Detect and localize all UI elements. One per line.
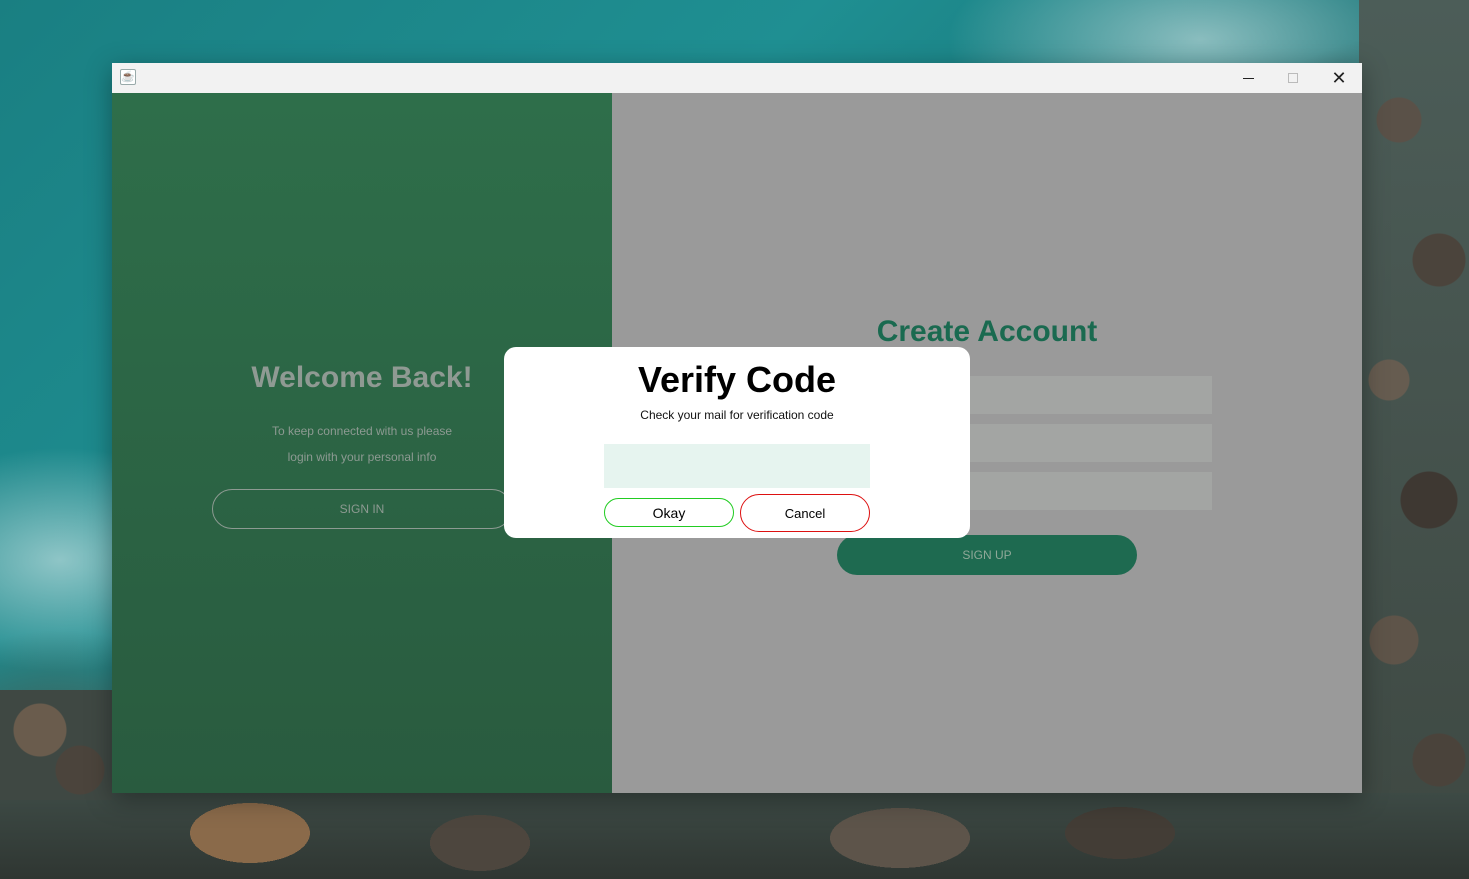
java-cup-icon: ☕ bbox=[120, 69, 136, 85]
create-account-title: Create Account bbox=[876, 315, 1098, 348]
maximize-button[interactable] bbox=[1270, 63, 1316, 93]
desktop-wallpaper-rocks bbox=[1359, 0, 1469, 879]
minimize-icon bbox=[1242, 77, 1254, 79]
minimize-button[interactable] bbox=[1225, 63, 1271, 93]
verification-code-input[interactable] bbox=[604, 444, 870, 488]
sign-in-button[interactable]: SIGN IN bbox=[212, 489, 512, 529]
sign-up-button[interactable]: SIGN UP bbox=[837, 535, 1137, 575]
title-bar[interactable]: ☕ ✕ bbox=[112, 63, 1362, 93]
desktop-wallpaper-rocks-left bbox=[0, 690, 112, 800]
dialog-subtitle: Check your mail for verification code bbox=[640, 408, 834, 422]
verify-code-dialog: Verify Code Check your mail for verifica… bbox=[504, 347, 970, 538]
dialog-title: Verify Code bbox=[637, 359, 837, 400]
close-icon: ✕ bbox=[1331, 68, 1347, 88]
okay-button[interactable]: Okay bbox=[604, 498, 734, 527]
desktop-wallpaper-shore bbox=[0, 793, 1469, 879]
cancel-button[interactable]: Cancel bbox=[740, 494, 870, 532]
close-button[interactable]: ✕ bbox=[1316, 63, 1362, 93]
maximize-icon bbox=[1288, 73, 1298, 83]
